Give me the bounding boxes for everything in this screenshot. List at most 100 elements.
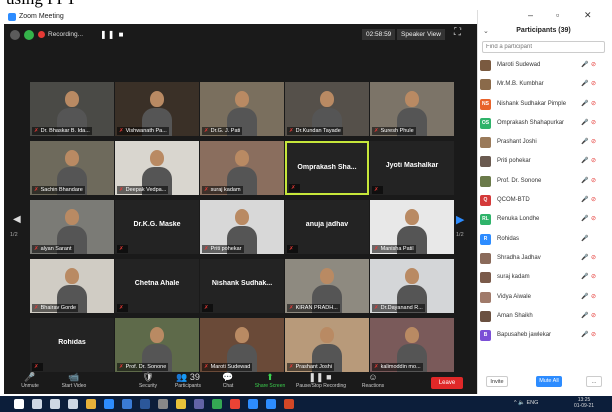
participant-row[interactable]: Prashant Joshi 🎤 ⊘ [478,134,609,153]
search-icon[interactable] [32,399,42,409]
invite-button[interactable]: Invite [486,376,508,387]
avatar: RL [480,214,491,226]
participant-video-tile[interactable]: Omprakash Sha... ✗ [285,141,369,195]
person-face [405,91,419,107]
leave-button[interactable]: Leave [431,377,463,389]
windows-start-icon[interactable] [14,399,24,409]
speaker-view-button[interactable]: Speaker View [397,29,445,40]
participant-video-tile[interactable]: ✗ Bhairav Gorde [30,259,114,313]
participant-video-tile[interactable]: ✗ Priti pohekar [200,200,284,254]
participant-video-tile[interactable]: ✗ Suresh Phule [370,82,454,136]
participant-video-tile[interactable]: ✗ Prashant Joshi [285,318,369,372]
participant-row[interactable]: Mr.M.B. Kumbhar 🎤 ⊘ [478,76,609,95]
video-grid: ✗ Dr. Bhaskar B. Ida... ✗ Vishwanath Pa... ✗… [30,82,454,372]
participant-row[interactable]: Priti pohekar 🎤 ⊘ [478,153,609,172]
tile-name-text: Manisha Patil [380,246,414,252]
participant-video-tile[interactable]: ✗ KIRAN PRADH... [285,259,369,313]
participant-video-tile[interactable]: ✗ Vishwanath Pa... [115,82,199,136]
participant-row[interactable]: R Rohidas 🎤 [478,231,609,250]
security-shield-icon[interactable] [24,30,34,40]
zoom-taskbar-icon[interactable] [266,399,276,409]
recording-controls[interactable]: ❚❚ ■ [100,30,124,39]
tile-name-text: Sachin Bhandare [40,187,83,193]
participant-row[interactable]: NS Nishank Sudhakar Pimple 🎤 ⊘ [478,96,609,115]
participant-video-tile[interactable]: ✗ Dr.Dayanand R... [370,259,454,313]
participant-row[interactable]: OS Omprakash Shahapurkar 🎤 ⊘ [478,115,609,134]
participant-search-input[interactable] [482,41,605,53]
participant-video-tile[interactable]: Chetna Ahale ✗ [115,259,199,313]
participant-video-tile[interactable]: Jyoti Mashalkar ✗ [370,141,454,195]
chrome-icon-2[interactable] [212,399,222,409]
participant-row[interactable]: Aman Shaikh 🎤 ⊘ [478,308,609,327]
minimize-icon[interactable]: – [528,10,533,20]
participant-row[interactable]: RL Renuka Londhe 🎤 ⊘ [478,211,609,230]
taskbar-clock[interactable]: 13:25 01-09-21 [574,397,594,409]
chat-button[interactable]: 💬 Chat [204,372,252,394]
participant-video-tile[interactable]: ✗ alyan Sarant [30,200,114,254]
muted-mic-icon: 🎤 [581,119,589,126]
document-heading-strip: using PPT [0,0,612,10]
mute-all-button[interactable]: Mute All [536,376,562,387]
system-tray[interactable]: ^ 🔈 ENG [514,400,538,406]
participant-name: suraj kadam [497,274,530,281]
video-off-icon: ⊘ [591,139,597,146]
participant-video-tile[interactable]: ✗ Dr.Kundan Tayade [285,82,369,136]
participant-row[interactable]: B Bapusaheb jawlekar 🎤 ⊘ [478,327,609,346]
info-icon[interactable] [10,30,20,40]
teams-icon[interactable] [194,399,204,409]
unmute-button[interactable]: 🎤 Unmute [6,372,54,394]
chrome-icon[interactable] [86,399,96,409]
share-screen-button[interactable]: ⬆ Share Screen [246,372,294,394]
maps-icon[interactable] [230,399,240,409]
participant-row[interactable]: Q QCOM-BTD 🎤 ⊘ [478,192,609,211]
participant-video-tile[interactable]: Rohidas ✗ [30,318,114,372]
next-page-arrow-icon[interactable]: ▶ [456,213,468,227]
participant-row[interactable]: Shradha Jadhav 🎤 ⊘ [478,250,609,269]
person-face [150,150,164,166]
mail-icon[interactable] [122,399,132,409]
edge-icon[interactable] [104,399,114,409]
participant-video-tile[interactable]: Nishank Sudhak... ✗ [200,259,284,313]
person-face [405,268,419,284]
explorer-icon[interactable] [176,399,186,409]
paint-icon[interactable] [248,399,258,409]
task-view-icon[interactable] [50,399,60,409]
participant-row[interactable]: Vidya Aiwale 🎤 ⊘ [478,289,609,308]
participant-row[interactable]: Maroti Sudewad 🎤 ⊘ [478,57,609,76]
maximize-icon[interactable]: ▫ [556,10,559,20]
participant-name: Aman Shaikh [497,312,533,319]
participant-video-tile[interactable]: ✗ suraj kadam [200,141,284,195]
muted-mic-icon: ✗ [374,246,379,252]
participant-video-tile[interactable]: ✗ Manisha Patil [370,200,454,254]
apps-icon[interactable] [68,399,78,409]
close-icon[interactable]: ✕ [584,10,592,21]
participant-row[interactable]: suraj kadam 🎤 ⊘ [478,269,609,288]
word-icon[interactable] [140,399,150,409]
muted-mic-icon: ✗ [289,305,294,311]
participant-name: Bapusaheb jawlekar [497,332,552,339]
participant-video-tile[interactable]: ✗ Maroti Sudewad [200,318,284,372]
store-icon[interactable] [158,399,168,409]
participant-row[interactable]: Prof. Dr. Sonone 🎤 ⊘ [478,173,609,192]
muted-mic-icon: ✗ [34,187,39,193]
participant-name: Rohidas [497,235,520,242]
start-video-button[interactable]: 📹 Start Video [50,372,98,394]
participant-video-tile[interactable]: ✗ Sachin Bhandare [30,141,114,195]
powerpoint-icon[interactable] [284,399,294,409]
reactions-button[interactable]: ☺ Reactions [349,372,397,394]
participant-video-tile[interactable]: ✗ kalimoddin mo... [370,318,454,372]
pause-stop-recording-button[interactable]: ❚❚ ■ Pause/Stop Recording [296,372,346,394]
participant-video-tile[interactable]: ✗ Prof. Dr. Sonone [115,318,199,372]
previous-page-arrow-icon[interactable]: ◀ [13,214,21,225]
participant-video-tile[interactable]: ✗ Deepak Vedpa... [115,141,199,195]
participant-video-tile[interactable]: anuja jadhav ✗ [285,200,369,254]
participant-video-tile[interactable]: ✗ Dr.G. J. Pati [200,82,284,136]
muted-mic-icon: 🎤 [581,81,589,88]
more-options-button[interactable]: ... [586,376,602,387]
avatar: R [480,233,491,245]
muted-mic-icon: ✗ [119,187,124,193]
window-title-bar: Zoom Meeting [4,10,477,24]
fullscreen-icon[interactable]: ⛶ [454,27,466,39]
participant-video-tile[interactable]: ✗ Dr. Bhaskar B. Ida... [30,82,114,136]
participant-video-tile[interactable]: Dr.K.G. Maske ✗ [115,200,199,254]
